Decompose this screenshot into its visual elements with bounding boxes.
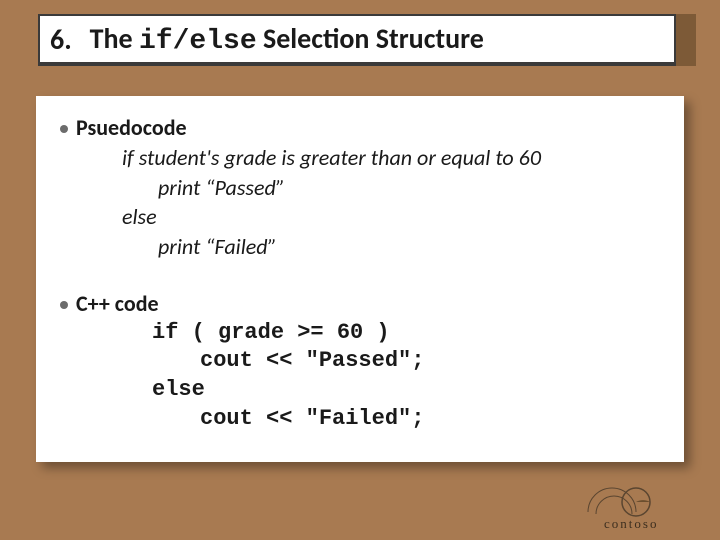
title-mono: if/else (139, 26, 257, 57)
bullet-icon (60, 125, 68, 133)
pseudo-line-3: else (122, 202, 660, 232)
pseudo-line-1: if student's grade is greater than or eq… (122, 143, 660, 173)
logo-text: contoso (604, 516, 658, 531)
pseudo-block: if student's grade is greater than or eq… (122, 143, 660, 262)
cpp-heading-row: C++ code (60, 290, 660, 317)
cpp-label: C++ code (76, 290, 159, 317)
content-card: Psuedocode if student's grade is greater… (36, 96, 684, 462)
cpp-line-2: cout << "Passed"; (152, 347, 660, 376)
cpp-line-1: if ( grade >= 60 ) (152, 319, 660, 348)
title-suffix: Selection Structure (257, 21, 484, 56)
pseudo-heading-row: Psuedocode (60, 114, 660, 141)
slide-title-bar: 6. The if/else Selection Structure (38, 14, 676, 66)
pseudo-line-2: print “Passed” (122, 173, 660, 203)
cpp-block: if ( grade >= 60 ) cout << "Passed"; els… (152, 319, 660, 433)
pseudo-label: Psuedocode (76, 114, 187, 141)
title-text: The if/else Selection Structure (90, 21, 484, 57)
pseudo-line-4: print “Failed” (122, 232, 660, 262)
cpp-line-4: cout << "Failed"; (152, 405, 660, 434)
cpp-line-3: else (152, 376, 660, 405)
title-shadow (676, 14, 696, 66)
contoso-logo: contoso (582, 478, 702, 534)
bullet-icon (60, 301, 68, 309)
title-prefix: The (90, 21, 139, 56)
title-number: 6. (50, 22, 72, 57)
